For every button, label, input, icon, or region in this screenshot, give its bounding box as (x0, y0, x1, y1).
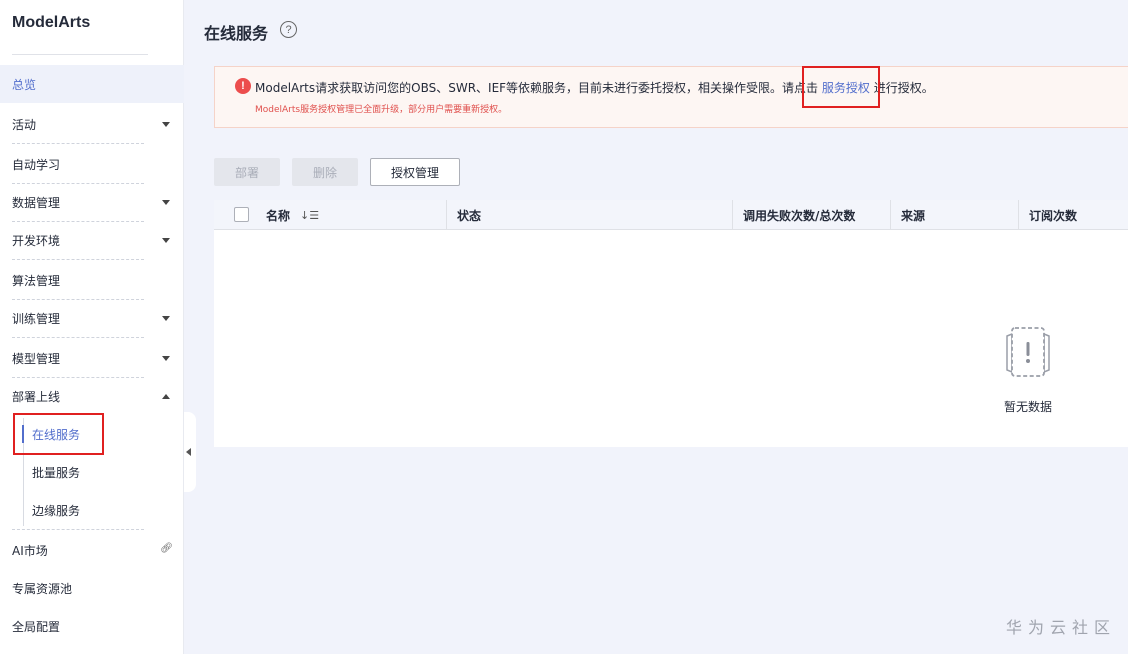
sidebar-collapse-toggle[interactable] (184, 412, 196, 492)
authorization-alert: ! ModelArts请求获取访问您的OBS、SWR、IEF等依赖服务，目前未进… (214, 66, 1128, 128)
column-header-name: 名称 ↓☰ (266, 200, 319, 230)
services-table: 名称 ↓☰ 状态 调用失败次数/总次数 来源 订阅次数 暂无数据 (214, 200, 1128, 447)
divider (12, 143, 144, 144)
alert-subtext: ModelArts服务授权管理已全面升级，部分用户需要重新授权。 (255, 105, 508, 115)
sidebar-item-label: 专属资源池 (12, 581, 73, 596)
alert-message: ModelArts请求获取访问您的OBS、SWR、IEF等依赖服务，目前未进行委… (255, 79, 934, 96)
sidebar-item-label: 训练管理 (12, 311, 61, 326)
sidebar-item-label: 活动 (12, 117, 37, 132)
sidebar-item-deployment[interactable]: 部署上线 (0, 377, 184, 415)
alert-text: 进行授权。 (873, 81, 934, 95)
app-logo: ModelArts (12, 14, 91, 31)
sidebar-item-label: 总览 (12, 77, 37, 92)
sidebar-item-data-management[interactable]: 数据管理 (0, 183, 184, 221)
empty-data-icon (1006, 327, 1050, 377)
chevron-up-icon (162, 394, 170, 399)
sidebar-item-label: 批量服务 (32, 465, 81, 480)
sidebar-item-ai-market[interactable]: AI市场 🔗︎ (0, 531, 184, 569)
sidebar-subitem-batch-service[interactable]: 批量服务 (24, 453, 184, 491)
chevron-down-icon (162, 238, 170, 243)
divider (12, 54, 148, 55)
sidebar-item-algorithm-management[interactable]: 算法管理 (0, 261, 184, 299)
divider (12, 337, 144, 338)
select-all-checkbox[interactable] (234, 207, 249, 222)
sidebar-item-label: 边缘服务 (32, 503, 81, 518)
page-title: 在线服务 (204, 24, 269, 43)
sidebar-subitem-online-service[interactable]: 在线服务 (22, 415, 184, 453)
alert-text: ModelArts请求获取访问您的OBS、SWR、IEF等依赖服务，目前未进行委… (255, 81, 819, 95)
auth-management-button[interactable]: 授权管理 (370, 158, 460, 186)
sidebar-item-label: 数据管理 (12, 195, 61, 210)
sidebar-item-activity[interactable]: 活动 (0, 105, 184, 143)
sidebar-item-global-config[interactable]: 全局配置 (0, 607, 184, 645)
column-divider (890, 200, 891, 230)
sidebar-item-dedicated-pool[interactable]: 专属资源池 (0, 569, 184, 607)
sidebar-item-auto-learning[interactable]: 自动学习 (0, 145, 184, 183)
sidebar-item-label: 全局配置 (12, 619, 61, 634)
service-authorization-link[interactable]: 服务授权 (822, 81, 870, 95)
delete-button[interactable]: 删除 (292, 158, 358, 186)
chevron-down-icon (162, 122, 170, 127)
column-divider (446, 200, 447, 230)
watermark: 华为云社区 (1005, 618, 1116, 637)
deploy-button[interactable]: 部署 (214, 158, 280, 186)
sort-icon[interactable]: ↓☰ (300, 209, 319, 222)
table-header: 名称 ↓☰ 状态 调用失败次数/总次数 来源 订阅次数 (214, 200, 1128, 230)
sidebar-subitem-edge-service[interactable]: 边缘服务 (24, 491, 184, 529)
external-link-icon: 🔗︎ (160, 543, 173, 554)
help-icon[interactable]: ? (280, 21, 297, 38)
sidebar: ModelArts 总览 活动 自动学习 数据管理 开发环境 算法管理 训练管理… (0, 0, 184, 654)
sidebar-item-label: 在线服务 (32, 427, 81, 442)
divider (12, 259, 144, 260)
column-header-call-failures: 调用失败次数/总次数 (743, 208, 856, 223)
chevron-down-icon (162, 200, 170, 205)
sidebar-item-label: 算法管理 (12, 273, 61, 288)
column-divider (732, 200, 733, 230)
sidebar-item-overview[interactable]: 总览 (0, 65, 184, 103)
chevron-down-icon (162, 356, 170, 361)
sidebar-item-label: AI市场 (12, 543, 48, 558)
sidebar-item-dev-env[interactable]: 开发环境 (0, 221, 184, 259)
sidebar-item-label: 模型管理 (12, 351, 61, 366)
column-label: 名称 (266, 208, 291, 223)
sidebar-item-label: 开发环境 (12, 233, 61, 248)
column-header-status: 状态 (457, 208, 482, 223)
sidebar-item-training-management[interactable]: 训练管理 (0, 299, 184, 337)
sidebar-item-model-management[interactable]: 模型管理 (0, 339, 184, 377)
error-icon: ! (235, 78, 251, 94)
sidebar-item-label: 自动学习 (12, 157, 61, 172)
chevron-down-icon (162, 316, 170, 321)
column-divider (1018, 200, 1019, 230)
column-header-subscriptions: 订阅次数 (1029, 208, 1078, 223)
sidebar-item-label: 部署上线 (12, 389, 61, 404)
empty-state-text: 暂无数据 (1004, 400, 1053, 414)
divider (12, 529, 144, 530)
column-header-source: 来源 (901, 208, 926, 223)
